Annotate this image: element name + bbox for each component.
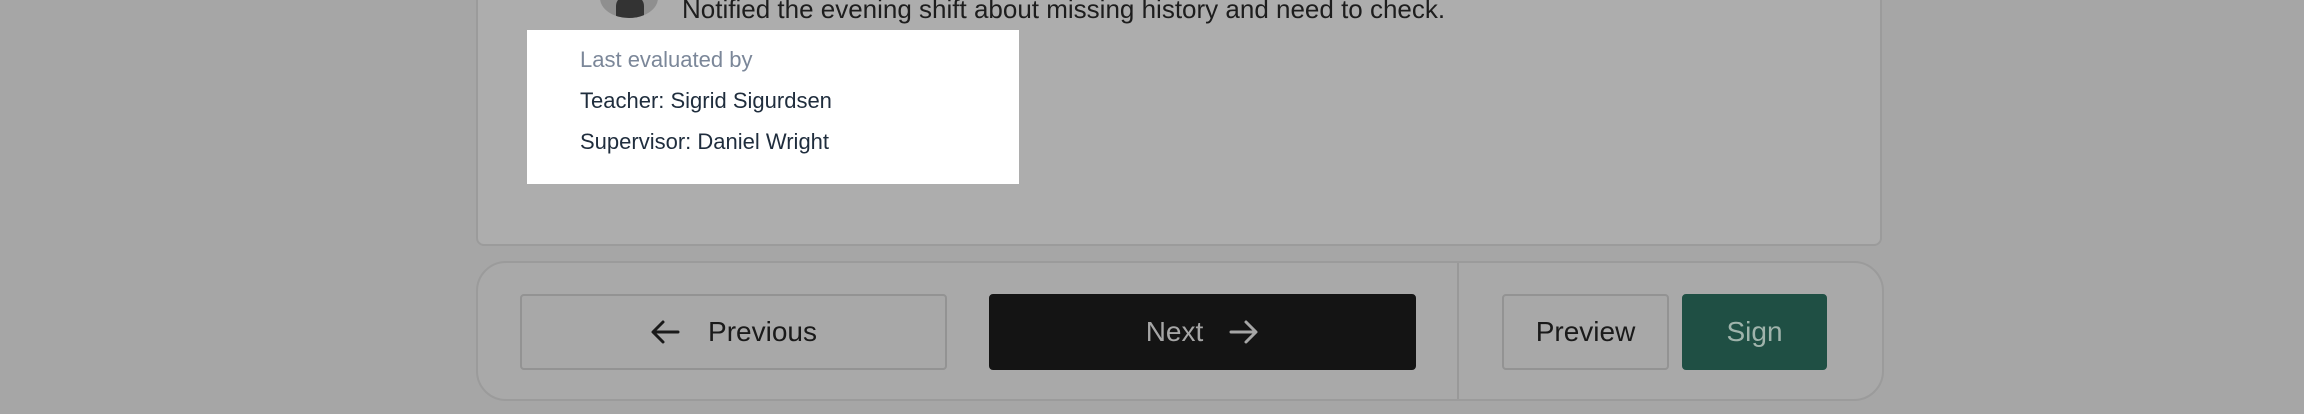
last-evaluated-popover: Last evaluated by Teacher: Sigrid Sigurd…	[527, 30, 1019, 184]
activity-note: Notified the evening shift about missing…	[682, 0, 1446, 24]
next-button[interactable]: Next	[989, 294, 1416, 370]
popover-heading: Last evaluated by	[580, 47, 753, 72]
previous-button[interactable]: Previous	[520, 294, 947, 370]
supervisor-evaluator: Supervisor: Daniel Wright	[580, 129, 830, 154]
next-label: Next	[1145, 316, 1204, 347]
preview-label: Preview	[1535, 316, 1636, 347]
previous-label: Previous	[708, 316, 817, 347]
sign-label: Sign	[1726, 316, 1783, 347]
preview-button[interactable]: Preview	[1502, 294, 1669, 370]
action-bar-divider	[1457, 263, 1459, 399]
teacher-evaluator: Teacher: Sigrid Sigurdsen	[580, 88, 832, 113]
arrow-left-icon	[650, 319, 680, 345]
sign-button[interactable]: Sign	[1682, 294, 1827, 370]
arrow-right-icon	[1229, 319, 1259, 345]
